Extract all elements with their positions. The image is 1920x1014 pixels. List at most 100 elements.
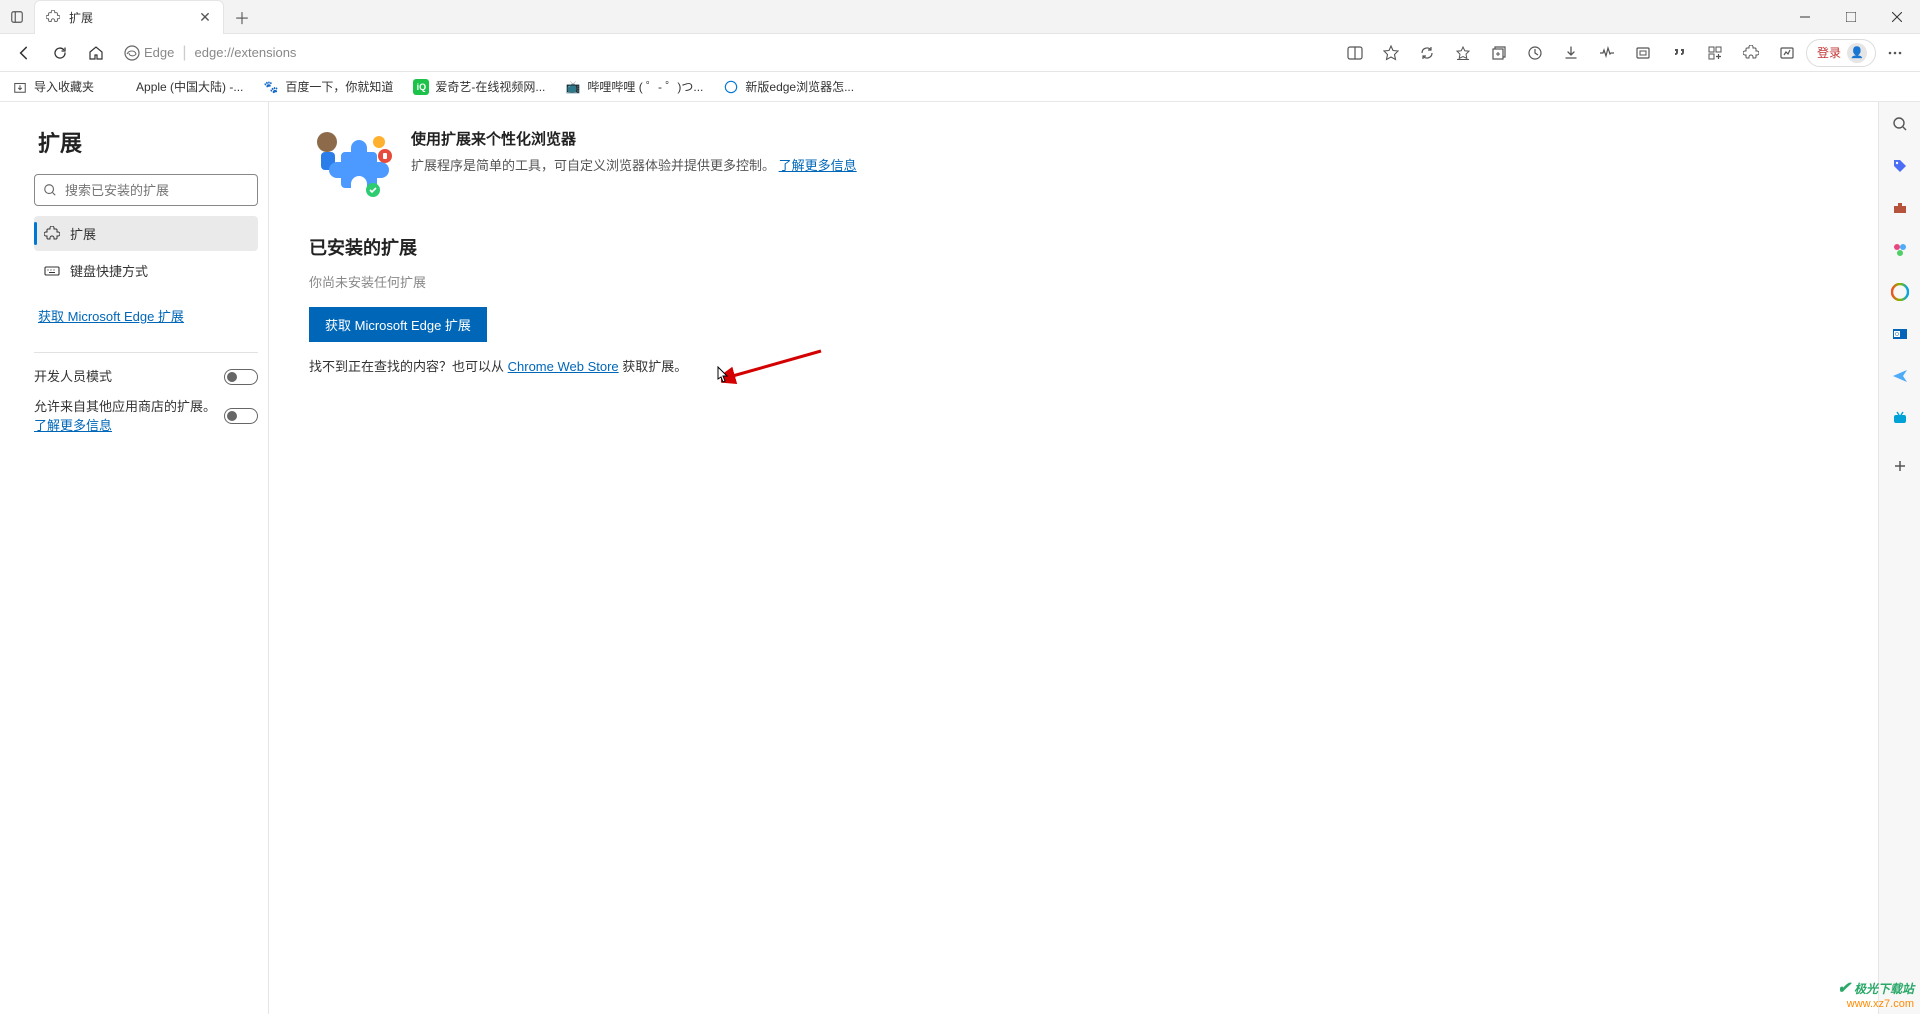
nav-label: 扩展 (70, 224, 96, 243)
chrome-store-link[interactable]: Chrome Web Store (508, 359, 619, 374)
extension-icon (44, 226, 60, 242)
nav-shortcuts[interactable]: 键盘快捷方式 (34, 253, 258, 288)
outlook-icon[interactable]: O (1886, 320, 1914, 348)
edge-label: Edge (144, 45, 174, 60)
url-bar[interactable]: Edge | edge://extensions (116, 38, 1334, 68)
bookmark-label: 百度一下，你就知道 (285, 78, 393, 95)
allow-other-label: 允许来自其他应用商店的扩展。 了解更多信息 (34, 397, 216, 436)
tab-title: 扩展 (69, 9, 189, 26)
minimize-icon[interactable] (1782, 0, 1828, 34)
more-icon[interactable] (1878, 37, 1912, 69)
back-button[interactable] (8, 37, 40, 69)
send-icon[interactable] (1886, 362, 1914, 390)
search-icon[interactable] (1886, 110, 1914, 138)
section-title: 已安装的扩展 (309, 234, 1838, 260)
extensions-toolbar-icon[interactable] (1734, 37, 1768, 69)
add-sidebar-icon[interactable] (1886, 452, 1914, 480)
bilibili-sidebar-icon[interactable] (1886, 404, 1914, 432)
sidebar-title: 扩展 (38, 126, 258, 158)
favorites-icon[interactable] (1446, 37, 1480, 69)
bookmark-item[interactable]: 📺 哔哩哔哩 ( ゜- ゜)つ... (561, 75, 707, 98)
get-edge-extensions-button[interactable]: 获取 Microsoft Edge 扩展 (309, 307, 487, 342)
refresh-button[interactable] (44, 37, 76, 69)
bookmark-item[interactable]: Apple (中国大陆) -... (110, 75, 247, 98)
performance-icon[interactable] (1770, 37, 1804, 69)
apps-icon[interactable] (1698, 37, 1732, 69)
search-box[interactable] (34, 174, 258, 206)
bookmark-item[interactable]: 🐾 百度一下，你就知道 (259, 75, 397, 98)
titlebar: 扩展 ✕ ＋ (0, 0, 1920, 34)
bookmark-label: 哔哩哔哩 ( ゜- ゜)つ... (587, 78, 703, 95)
hero: 使用扩展来个性化浏览器 扩展程序是简单的工具，可自定义浏览器体验并提供更多控制。… (309, 128, 1838, 200)
downloads-icon[interactable] (1554, 37, 1588, 69)
login-label: 登录 (1817, 44, 1841, 61)
keyboard-icon (44, 263, 60, 279)
tools-icon[interactable] (1886, 194, 1914, 222)
main-content: 使用扩展来个性化浏览器 扩展程序是简单的工具，可自定义浏览器体验并提供更多控制。… (269, 102, 1878, 1014)
dev-mode-toggle[interactable] (224, 369, 258, 385)
login-button[interactable]: 登录 👤 (1806, 39, 1876, 67)
import-label: 导入收藏夹 (34, 78, 94, 95)
url-separator: | (182, 44, 186, 62)
search-icon (43, 183, 57, 197)
learn-more-link[interactable]: 了解更多信息 (34, 418, 112, 433)
edge-logo-icon: Edge (124, 45, 174, 61)
get-extensions-link[interactable]: 获取 Microsoft Edge 扩展 (38, 306, 184, 325)
watermark: ✔ 极光下载站 www.xz7.com (1837, 978, 1914, 1010)
addressbar: Edge | edge://extensions 登录 👤 (0, 34, 1920, 72)
maximize-icon[interactable] (1828, 0, 1874, 34)
iqiyi-icon: iQ (413, 79, 429, 95)
hero-illustration (309, 128, 393, 200)
wellness-icon[interactable] (1590, 37, 1624, 69)
quote-icon[interactable] (1662, 37, 1696, 69)
content-area: 扩展 扩展 键盘快捷方式 获取 Microsoft Edge 扩展 开发人员模式… (0, 102, 1920, 1014)
close-icon[interactable] (1874, 0, 1920, 34)
bookmarks-bar: 导入收藏夹 Apple (中国大陆) -... 🐾 百度一下，你就知道 iQ 爱… (0, 72, 1920, 102)
import-bookmarks[interactable]: 导入收藏夹 (8, 75, 98, 98)
bookmark-label: Apple (中国大陆) -... (136, 78, 243, 95)
allow-other-row: 允许来自其他应用商店的扩展。 了解更多信息 (34, 397, 258, 436)
import-icon (12, 79, 28, 95)
baidu-icon: 🐾 (263, 79, 279, 95)
hero-learn-more-link[interactable]: 了解更多信息 (779, 158, 857, 173)
search-input[interactable] (65, 183, 249, 198)
collections-icon[interactable] (1482, 37, 1516, 69)
bookmark-item[interactable]: 新版edge浏览器怎... (719, 75, 858, 98)
bookmark-label: 爱奇艺-在线视频网... (435, 78, 545, 95)
tab-close-icon[interactable]: ✕ (197, 9, 213, 25)
split-screen-icon[interactable] (1338, 37, 1372, 69)
screenshot-icon[interactable] (1626, 37, 1660, 69)
shopping-tag-icon[interactable] (1886, 152, 1914, 180)
dev-mode-row: 开发人员模式 (34, 367, 258, 387)
window-controls (1782, 0, 1920, 34)
favorite-star-icon[interactable] (1374, 37, 1408, 69)
helper-text: 找不到正在查找的内容？也可以从 Chrome Web Store 获取扩展。 (309, 356, 1838, 375)
hero-desc: 扩展程序是简单的工具，可自定义浏览器体验并提供更多控制。 了解更多信息 (411, 155, 857, 174)
edge-icon (723, 79, 739, 95)
svg-text:O: O (1895, 332, 1899, 338)
office-icon[interactable] (1886, 278, 1914, 306)
bookmark-label: 新版edge浏览器怎... (745, 78, 854, 95)
new-tab-button[interactable]: ＋ (228, 3, 256, 31)
hero-title: 使用扩展来个性化浏览器 (411, 128, 857, 149)
sync-icon[interactable] (1410, 37, 1444, 69)
extension-icon (45, 9, 61, 25)
avatar-icon: 👤 (1847, 43, 1867, 63)
bookmark-item[interactable]: iQ 爱奇艺-在线视频网... (409, 75, 549, 98)
apple-icon (114, 79, 130, 95)
left-sidebar: 扩展 扩展 键盘快捷方式 获取 Microsoft Edge 扩展 开发人员模式… (0, 102, 269, 1014)
nav-label: 键盘快捷方式 (70, 261, 148, 280)
history-icon[interactable] (1518, 37, 1552, 69)
browser-tab[interactable]: 扩展 ✕ (34, 0, 224, 34)
nav-extensions[interactable]: 扩展 (34, 216, 258, 251)
divider (34, 352, 258, 353)
allow-other-toggle[interactable] (224, 408, 258, 424)
tab-actions-icon[interactable] (0, 10, 34, 24)
url-text: edge://extensions (195, 45, 297, 60)
empty-text: 你尚未安装任何扩展 (309, 272, 1838, 291)
right-sidebar: O (1878, 102, 1920, 1014)
games-icon[interactable] (1886, 236, 1914, 264)
dev-mode-label: 开发人员模式 (34, 367, 216, 387)
bilibili-icon: 📺 (565, 79, 581, 95)
home-button[interactable] (80, 37, 112, 69)
